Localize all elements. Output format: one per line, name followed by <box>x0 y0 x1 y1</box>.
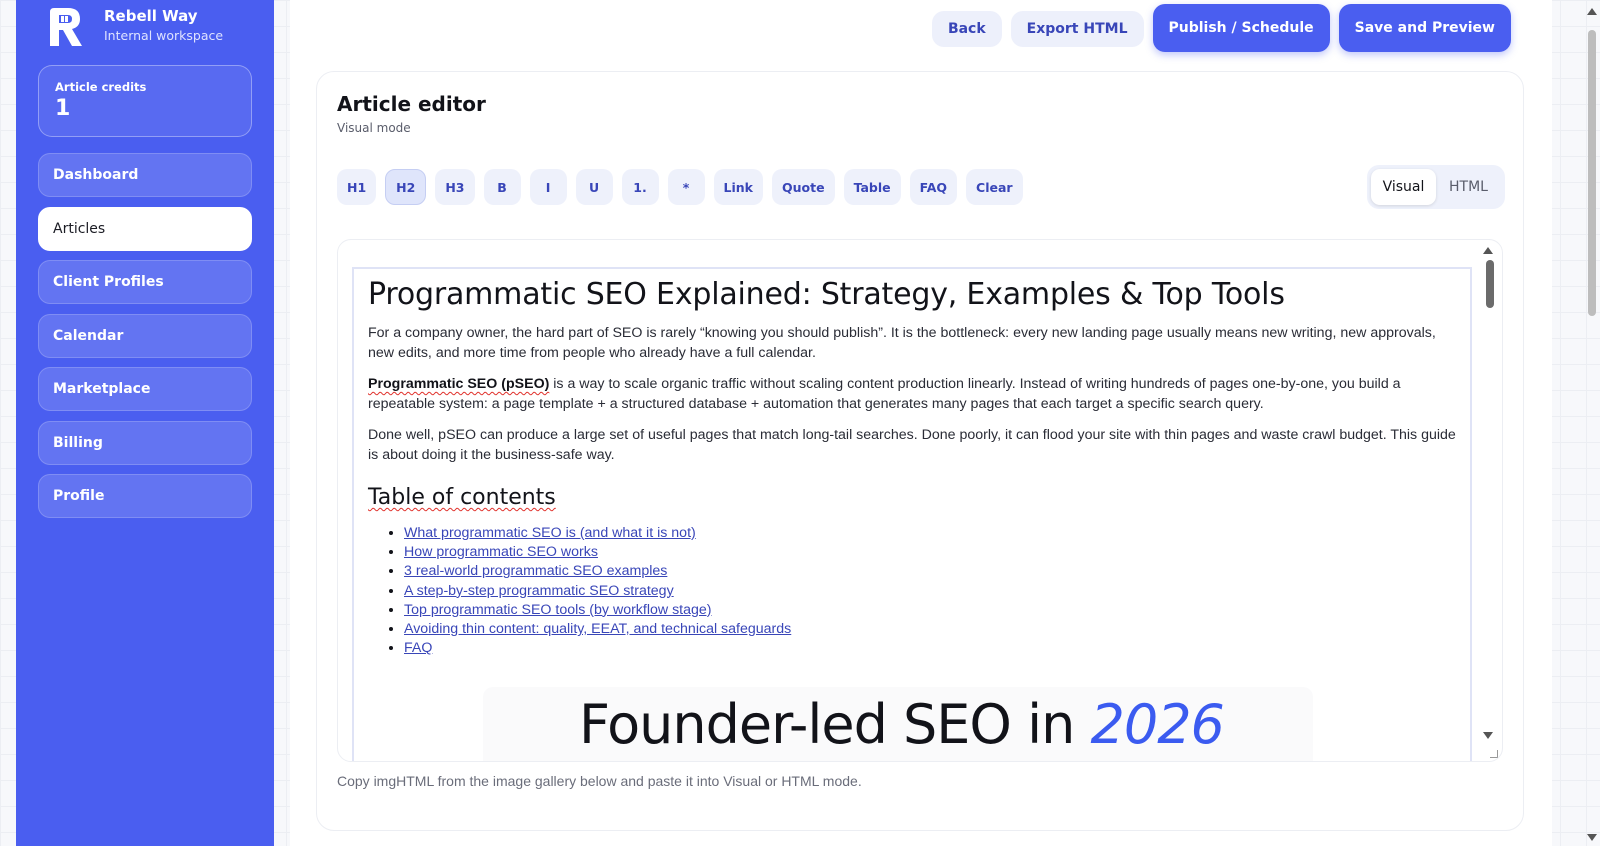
hero-text-main: Founder-led SEO in <box>579 693 1091 756</box>
sidebar-item-billing[interactable]: Billing <box>38 420 252 465</box>
export-html-button[interactable]: Export HTML <box>1010 11 1144 47</box>
bold-button[interactable]: B <box>483 169 521 205</box>
toc-item: Top programmatic SEO tools (by workflow … <box>404 601 1456 620</box>
sidebar-item-profile[interactable]: Profile <box>38 474 252 518</box>
hero-text-year: 2026 <box>1090 693 1224 756</box>
editor-area[interactable]: Programmatic SEO Explained: Strategy, Ex… <box>337 239 1503 762</box>
h1-button[interactable]: H1 <box>337 169 377 205</box>
formatting-toolbar: H1 H2 H3 B I U 1. * Link Quote Table FAQ… <box>337 169 1023 205</box>
scroll-down-arrow-icon[interactable] <box>1483 732 1493 739</box>
sidebar-item-articles[interactable]: Articles <box>38 206 252 251</box>
faq-button[interactable]: FAQ <box>909 169 958 205</box>
hero-image[interactable]: Founder-led SEO in 2026 <box>483 687 1313 761</box>
toc-item: Avoiding thin content: quality, EEAT, an… <box>404 620 1456 639</box>
sidebar-item-calendar[interactable]: Calendar <box>38 313 252 358</box>
link-button[interactable]: Link <box>713 169 763 205</box>
credits-label: Article credits <box>55 80 147 94</box>
article-title[interactable]: Programmatic SEO Explained: Strategy, Ex… <box>368 277 1456 312</box>
gallery-hint: Copy imgHTML from the image gallery belo… <box>337 773 862 789</box>
resize-handle-icon[interactable] <box>1490 750 1498 758</box>
toc-link[interactable]: How programmatic SEO works <box>404 544 598 560</box>
quote-button[interactable]: Quote <box>771 169 835 205</box>
underline-button[interactable]: U <box>575 169 613 205</box>
page-scrollbar[interactable] <box>1587 0 1597 846</box>
table-of-contents: What programmatic SEO is (and what it is… <box>368 524 1456 658</box>
pseo-bold-term: Programmatic SEO (pSEO) <box>368 376 550 392</box>
page-title: Article editor <box>337 92 486 116</box>
sidebar-nav: Dashboard Articles Client Profiles Calen… <box>38 153 252 528</box>
html-mode-tab[interactable]: HTML <box>1436 169 1501 205</box>
brand-subtitle: Internal workspace <box>104 28 224 43</box>
page-scroll-up-icon[interactable] <box>1587 8 1597 15</box>
article-credits-card: Article credits 1 <box>38 65 252 137</box>
article-editor-card: Article editor Visual mode H1 H2 H3 B I … <box>316 71 1524 831</box>
action-bar: Back Export HTML Publish / Schedule Save… <box>931 4 1511 52</box>
toc-link[interactable]: Top programmatic SEO tools (by workflow … <box>404 602 712 618</box>
sidebar-item-marketplace[interactable]: Marketplace <box>38 367 252 411</box>
brand-name: Rebell Way <box>104 7 198 25</box>
credits-value: 1 <box>55 96 71 121</box>
mode-toggle: Visual HTML <box>1367 165 1505 209</box>
table-button[interactable]: Table <box>843 169 901 205</box>
clear-button[interactable]: Clear <box>966 169 1023 205</box>
sidebar: Rebell Way Internal workspace Article cr… <box>16 0 274 846</box>
toc-link[interactable]: What programmatic SEO is (and what it is… <box>404 525 696 541</box>
sidebar-item-dashboard[interactable]: Dashboard <box>38 153 252 197</box>
r-fist-logo-icon <box>50 8 82 46</box>
toc-item: What programmatic SEO is (and what it is… <box>404 524 1456 543</box>
toc-link[interactable]: FAQ <box>404 640 432 656</box>
save-preview-button[interactable]: Save and Preview <box>1338 4 1511 52</box>
toc-item: A step-by-step programmatic SEO strategy <box>404 582 1456 601</box>
toc-item: FAQ <box>404 639 1456 658</box>
toc-heading[interactable]: Table of contents <box>368 485 1456 510</box>
bullet-list-button[interactable]: * <box>667 169 705 205</box>
italic-button[interactable]: I <box>529 169 567 205</box>
mode-label: Visual mode <box>337 121 411 135</box>
page-scroll-thumb[interactable] <box>1588 30 1596 316</box>
scroll-up-arrow-icon[interactable] <box>1483 247 1493 254</box>
scroll-thumb[interactable] <box>1486 260 1494 308</box>
toc-item: 3 real-world programmatic SEO examples <box>404 562 1456 581</box>
brand[interactable]: Rebell Way Internal workspace <box>46 6 223 46</box>
h3-button[interactable]: H3 <box>435 169 475 205</box>
article-paragraph-3[interactable]: Done well, pSEO can produce a large set … <box>368 426 1456 465</box>
visual-mode-tab[interactable]: Visual <box>1371 169 1436 205</box>
toc-link[interactable]: 3 real-world programmatic SEO examples <box>404 563 667 579</box>
back-button[interactable]: Back <box>931 11 1002 47</box>
page-scroll-down-icon[interactable] <box>1587 834 1597 841</box>
toc-link[interactable]: A step-by-step programmatic SEO strategy <box>404 583 674 599</box>
editor-scrollbar[interactable] <box>1480 240 1502 761</box>
toc-item: How programmatic SEO works <box>404 543 1456 562</box>
article-paragraph-1[interactable]: For a company owner, the hard part of SE… <box>368 324 1456 363</box>
sidebar-item-client-profiles[interactable]: Client Profiles <box>38 260 252 304</box>
h2-button[interactable]: H2 <box>385 169 427 205</box>
main-content: Back Export HTML Publish / Schedule Save… <box>290 0 1552 846</box>
toc-link[interactable]: Avoiding thin content: quality, EEAT, an… <box>404 621 791 637</box>
paragraph-1-text: For a company owner, the hard part of SE… <box>368 325 1436 361</box>
publish-schedule-button[interactable]: Publish / Schedule <box>1152 4 1330 52</box>
ordered-list-button[interactable]: 1. <box>621 169 659 205</box>
article-paragraph-2[interactable]: Programmatic SEO (pSEO) is a way to scal… <box>368 375 1456 414</box>
hero-image-text: Founder-led SEO in 2026 <box>579 693 1225 756</box>
